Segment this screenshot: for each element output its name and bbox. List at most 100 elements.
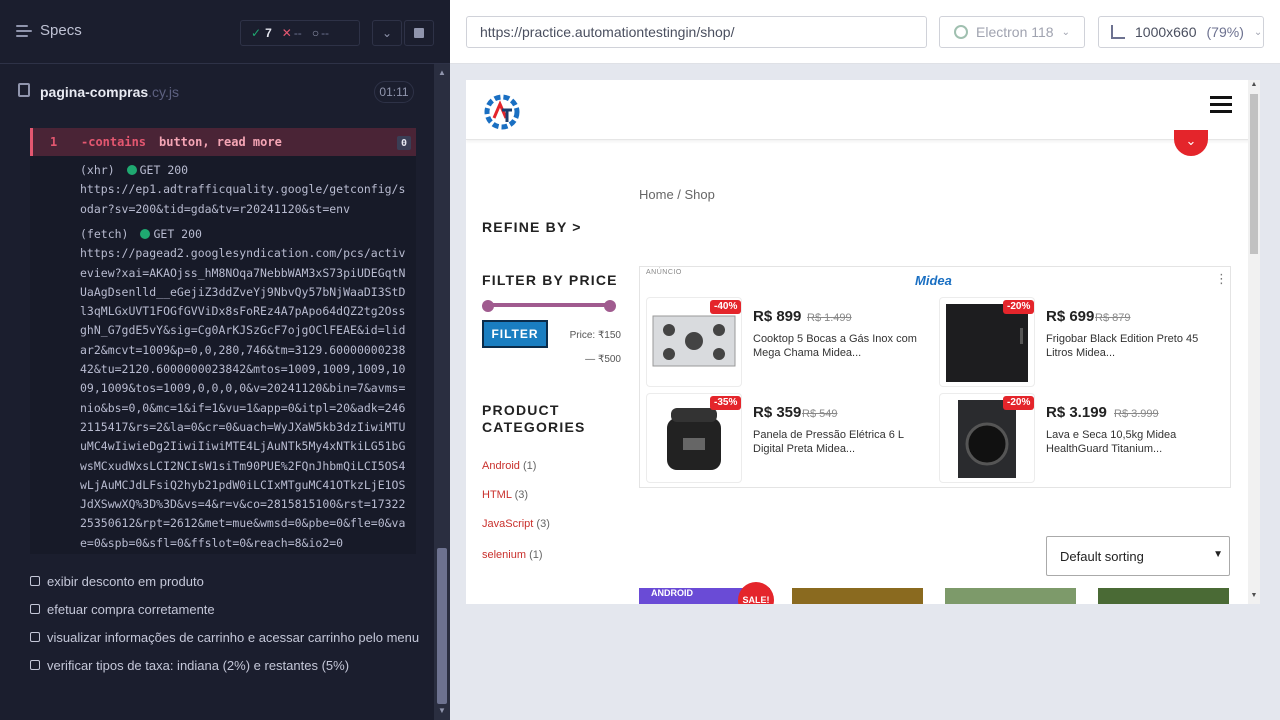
category-android[interactable]: Android (1)	[482, 460, 536, 472]
slider-handle-max[interactable]	[604, 300, 616, 312]
ad-block[interactable]: ANÚNCIO Midea ⋮ -40% R$ 899 R$ 1.499 Coo…	[639, 266, 1231, 488]
product-name: Lava e Seca 10,5kg Midea HealthGuard Tit…	[1046, 429, 1177, 455]
reporter-panel: Specs ✓ 7 ✕ -- ○ -- ⌄ pagina-compras.cy.js …	[0, 0, 450, 720]
ad-product[interactable]: -20% R$ 3.199 R$ 3.999 Lava e Seca 10,5k…	[939, 393, 1231, 483]
file-icon	[18, 83, 30, 97]
site-logo[interactable]	[482, 92, 522, 132]
product-old-price: R$ 879	[1095, 312, 1131, 324]
product-price: R$ 899	[753, 308, 802, 325]
specs-title: Specs	[40, 22, 82, 39]
product-tile[interactable]	[1098, 588, 1229, 604]
discount-badge: -40%	[710, 300, 742, 314]
product-name: Cooktop 5 Bocas a Gás Inox com Mega Cham…	[753, 333, 917, 359]
ad-brand-logo[interactable]: Midea	[915, 273, 952, 288]
aut-header: https://practice.automationtestingin/sho…	[450, 0, 1280, 64]
checkbox-icon	[30, 632, 40, 642]
browser-selector[interactable]: Electron 118 ⌄	[939, 16, 1085, 48]
scroll-up-icon[interactable]: ▲	[1248, 81, 1260, 88]
product-name: Frigobar Black Edition Preto 45 Litros M…	[1046, 333, 1199, 359]
category-selenium[interactable]: selenium (1)	[482, 549, 543, 561]
product-price: R$ 3.199	[1046, 404, 1107, 421]
filter-button[interactable]: FILTER	[482, 320, 548, 348]
product-old-price: R$ 1.499	[807, 312, 852, 324]
product-old-price: R$ 549	[802, 408, 838, 420]
scroll-down-icon[interactable]: ▼	[437, 706, 447, 716]
product-price: R$ 699	[1046, 308, 1095, 325]
stop-icon	[414, 28, 424, 38]
command-args: button, read more	[159, 135, 282, 149]
slider-handle-min[interactable]	[482, 300, 494, 312]
product-price: R$ 359	[753, 404, 802, 421]
filter-by-price-heading: FILTER BY PRICE	[482, 272, 618, 288]
product-old-price: R$ 3.999	[1114, 408, 1159, 420]
chevron-down-icon: ▼	[1213, 549, 1223, 560]
discount-badge: -20%	[1003, 300, 1035, 314]
price-slider[interactable]	[482, 300, 616, 312]
log-entry-xhr[interactable]: (xhr) GET 200 https://ep1.adtrafficqualit…	[80, 161, 412, 219]
product-name: Panela de Pressão Elétrica 6 L Digital P…	[753, 429, 904, 455]
spec-duration: 01:11	[374, 81, 414, 103]
ad-label: ANÚNCIO	[646, 269, 682, 276]
product-tile[interactable]	[792, 588, 923, 604]
page-scrollbar-thumb[interactable]	[1250, 94, 1258, 254]
specs-list-icon	[16, 24, 32, 37]
scroll-up-icon[interactable]: ▲	[437, 68, 447, 78]
log-url: https://pagead2.googlesyndication.com/pc…	[80, 246, 406, 550]
scroll-down-button[interactable]: ⌄	[1174, 130, 1208, 156]
command-log: 1 -contains button, read more 0 (xhr) GET…	[30, 128, 416, 554]
more-vertical-icon[interactable]: ⋮	[1215, 271, 1228, 287]
reporter-scrollbar-thumb[interactable]	[437, 548, 447, 704]
specs-toggle[interactable]: Specs	[16, 22, 82, 39]
sorting-select[interactable]: Default sorting ▼	[1046, 536, 1230, 576]
test-item[interactable]: visualizar informações de carrinho e ace…	[30, 627, 419, 647]
passed-stat: ✓ 7	[251, 26, 272, 40]
spec-file-row[interactable]: pagina-compras.cy.js 01:11	[0, 72, 432, 112]
hamburger-menu-icon[interactable]	[1210, 96, 1232, 114]
test-stats: ✓ 7 ✕ -- ○ --	[240, 20, 360, 46]
product-tile[interactable]	[945, 588, 1076, 604]
chevron-down-icon: ⌄	[381, 26, 393, 40]
command-number: 1	[50, 135, 58, 149]
reporter-header: Specs ✓ 7 ✕ -- ○ -- ⌄	[0, 0, 450, 64]
scroll-down-icon[interactable]: ▼	[1248, 592, 1260, 599]
checkbox-icon	[30, 660, 40, 670]
price-range-label: Price: ₹150 — ₹500	[569, 330, 621, 365]
ad-product[interactable]: -20% R$ 699 R$ 879 Frigobar Black Editio…	[939, 297, 1231, 387]
aut-iframe: ⌄ Home / Shop REFINE BY > FILTER BY PRIC…	[466, 80, 1260, 604]
viewport-info[interactable]: 1000x660 (79%) ⌄	[1098, 16, 1264, 48]
category-javascript[interactable]: JavaScript (3)	[482, 518, 550, 530]
refine-by-heading[interactable]: REFINE BY >	[482, 219, 582, 236]
breadcrumb: Home / Shop	[639, 187, 715, 202]
test-item[interactable]: verificar tipos de taxa: indiana (2%) e …	[30, 655, 349, 675]
spec-file-name: pagina-compras.cy.js	[40, 84, 179, 100]
checkbox-icon	[30, 576, 40, 586]
url-bar[interactable]: https://practice.automationtestingin/sho…	[466, 16, 927, 48]
test-item[interactable]: exibir desconto em produto	[30, 571, 204, 591]
chevron-down-icon: ⌄	[1253, 26, 1263, 38]
log-url: https://ep1.adtrafficquality.google/getc…	[80, 182, 406, 216]
expand-all-button[interactable]: ⌄	[372, 20, 402, 46]
product-categories-heading: PRODUCT CATEGORIES	[482, 402, 586, 435]
stop-button[interactable]	[404, 20, 434, 46]
pending-stat: ○ --	[311, 26, 330, 40]
double-chevron-down-icon: ⌄	[1185, 133, 1197, 148]
discount-badge: -20%	[1003, 396, 1035, 410]
failed-command[interactable]: 1 -contains button, read more 0	[30, 128, 416, 156]
electron-icon	[954, 25, 968, 39]
failed-stat: ✕ --	[281, 26, 302, 40]
sale-badge: SALE!	[738, 582, 774, 604]
command-count-badge: 0	[397, 136, 411, 150]
checkbox-icon	[30, 604, 40, 614]
chevron-down-icon: ⌄	[1061, 26, 1070, 38]
ad-product[interactable]: -35% R$ 359 R$ 549 Panela de Pressão Elé…	[646, 393, 938, 483]
viewport-icon	[1111, 25, 1125, 39]
command-name: -contains	[81, 135, 147, 149]
ad-product[interactable]: -40% R$ 899 R$ 1.499 Cooktop 5 Bocas a G…	[646, 297, 938, 387]
category-html[interactable]: HTML (3)	[482, 489, 528, 501]
log-entry-fetch[interactable]: (fetch) GET 200 https://pagead2.googlesyn…	[80, 225, 412, 553]
discount-badge: -35%	[710, 396, 742, 410]
status-dot-icon	[140, 229, 151, 239]
test-item[interactable]: efetuar compra corretamente	[30, 599, 215, 619]
status-dot-icon	[126, 165, 137, 175]
site-header	[466, 80, 1260, 140]
